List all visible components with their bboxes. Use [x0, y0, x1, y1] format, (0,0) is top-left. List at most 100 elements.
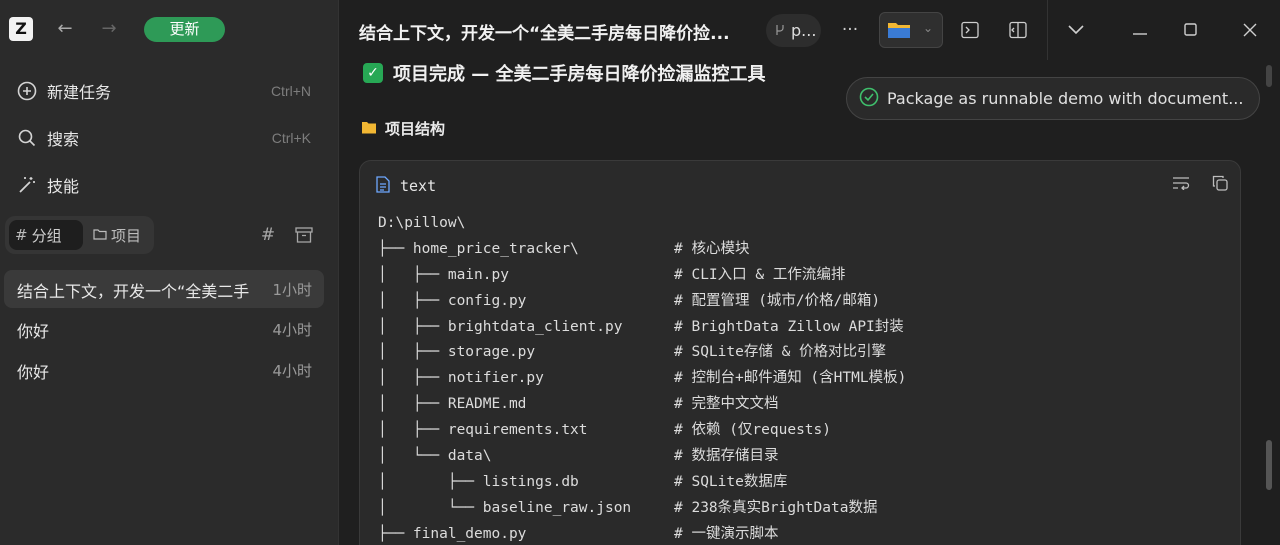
code-line: ├── home_price_tracker\ # 核心模块: [378, 237, 749, 263]
new-task-shortcut: Ctrl+N: [270, 83, 311, 99]
new-task-label: 新建任务: [47, 83, 112, 102]
check-mark-icon: ✓: [363, 63, 383, 83]
chevron-down-icon[interactable]: [1064, 18, 1088, 42]
code-line-text: D:\pillow\: [378, 215, 466, 231]
code-line: │ ├── requirements.txt # 依赖 (仅requests): [378, 418, 831, 444]
task-title: 结合上下文，开发一个“全美二手: [17, 282, 250, 301]
conversation-title: 结合上下文，开发一个“全美二手房每日降价捡...: [359, 24, 730, 44]
hash-filter-icon[interactable]: #: [257, 224, 279, 246]
main-panel: 结合上下文，开发一个“全美二手房每日降价捡... p... ··· ⌄ ✓ 项目…: [338, 0, 1280, 545]
wrap-lines-icon[interactable]: [1172, 175, 1190, 195]
code-line: │ ├── brightdata_client.py # BrightData Z…: [378, 315, 904, 341]
code-line-text: │ └── baseline_raw.json: [378, 499, 632, 516]
sidebar: Z ← → 更新 新建任务 Ctrl+N 搜索 Ctrl+K 技能 # 分组 项…: [0, 0, 338, 545]
branch-chip[interactable]: p...: [766, 14, 821, 47]
code-line: │ └── baseline_raw.json # 238条真实BrightDat…: [378, 496, 877, 522]
close-icon[interactable]: [1238, 18, 1262, 42]
new-task-item[interactable]: 新建任务 Ctrl+N: [0, 71, 338, 111]
code-line-comment: # 依赖 (仅requests): [674, 422, 831, 439]
folder-icon: [361, 120, 377, 138]
code-line-comment: # 完整中文文档: [674, 396, 779, 413]
code-line-text: │ ├── notifier.py: [378, 370, 544, 387]
result-heading: ✓ 项目完成 — 全美二手房每日降价捡漏监控工具: [363, 60, 766, 86]
group-tab-label: 分组: [31, 226, 62, 245]
maximize-icon[interactable]: [1178, 18, 1202, 42]
chevron-down-icon: ⌄: [923, 21, 934, 35]
folder-icon: [887, 20, 911, 44]
code-block: text D:\pillow\ ├── home_price_tracker\ # …: [359, 160, 1241, 545]
update-button[interactable]: 更新: [144, 17, 225, 42]
code-line: │ ├── main.py # CLI入口 & 工作流编排: [378, 263, 845, 289]
search-icon: [17, 128, 37, 148]
code-line-comment: # 一键演示脚本: [674, 525, 779, 542]
code-line: │ ├── notifier.py # 控制台+邮件通知 (含HTML模板): [378, 366, 906, 392]
code-toolbar: [1172, 175, 1228, 195]
group-tab[interactable]: # 分组: [9, 220, 83, 250]
magic-wand-icon: [17, 175, 37, 195]
code-line-text: │ ├── brightdata_client.py: [378, 318, 623, 335]
open-folder-button[interactable]: ⌄: [879, 12, 943, 48]
code-line-comment: # 核心模块: [674, 240, 750, 257]
plus-circle-icon: [17, 81, 37, 101]
code-line-comment: # 数据存储目录: [674, 448, 779, 465]
forward-arrow-icon[interactable]: →: [97, 17, 121, 41]
task-title: 你好: [17, 363, 50, 382]
branch-chip-label: p...: [791, 21, 817, 40]
task-status-toast[interactable]: Package as runnable demo with document..…: [846, 77, 1260, 120]
split-view-icon[interactable]: [1006, 18, 1030, 42]
skills-item[interactable]: 技能: [0, 165, 338, 205]
minimize-icon[interactable]: [1128, 18, 1152, 42]
task-time: 4小时: [272, 362, 312, 380]
code-line-comment: # BrightData Zillow API封装: [674, 318, 904, 335]
code-line-text: │ ├── listings.db: [378, 473, 579, 490]
structure-heading: 项目结构: [361, 118, 445, 139]
code-line: ├── final_demo.py # 一键演示脚本: [378, 522, 778, 545]
code-line-text: │ ├── storage.py: [378, 344, 536, 361]
code-line-comment: # SQLite存储 & 价格对比引擎: [674, 344, 887, 361]
code-line-comment: # SQLite数据库: [674, 473, 788, 490]
task-item[interactable]: 你好 4小时: [4, 351, 324, 389]
code-line: │ ├── listings.db # SQLite数据库: [378, 470, 787, 496]
skills-label: 技能: [47, 177, 80, 196]
result-heading-text: 项目完成 — 全美二手房每日降价捡漏监控工具: [393, 64, 766, 85]
code-line-text: │ ├── requirements.txt: [378, 422, 588, 439]
scrollbar[interactable]: [1266, 55, 1272, 545]
file-text-icon: [376, 175, 390, 197]
code-line-comment: # 238条真实BrightData数据: [674, 499, 878, 516]
app-logo: Z: [9, 17, 33, 41]
project-tab[interactable]: 项目: [87, 220, 151, 250]
scroll-thumb[interactable]: [1266, 440, 1272, 490]
check-circle-icon: [859, 87, 879, 111]
task-item[interactable]: 你好 4小时: [4, 310, 324, 348]
toast-text: Package as runnable demo with document..…: [887, 89, 1244, 108]
folder-outline-icon: [93, 226, 107, 244]
terminal-icon[interactable]: [958, 18, 982, 42]
structure-heading-text: 项目结构: [385, 120, 446, 138]
code-header: text: [376, 175, 436, 197]
project-tab-label: 项目: [111, 226, 142, 245]
code-line-text: │ ├── main.py: [378, 266, 509, 283]
task-time: 4小时: [272, 321, 312, 339]
code-language: text: [400, 177, 437, 195]
task-title: 你好: [17, 322, 50, 341]
task-item[interactable]: 结合上下文，开发一个“全美二手 1小时: [4, 270, 324, 308]
search-shortcut: Ctrl+K: [271, 130, 311, 146]
more-icon[interactable]: ···: [838, 18, 862, 42]
code-line-text: ├── final_demo.py: [378, 525, 527, 542]
task-time: 1小时: [272, 281, 312, 299]
scroll-up-region[interactable]: [1266, 65, 1272, 87]
branch-icon: [774, 21, 786, 40]
code-line: │ ├── storage.py # SQLite存储 & 价格对比引擎: [378, 340, 886, 366]
code-line-comment: # 控制台+邮件通知 (含HTML模板): [674, 370, 907, 387]
copy-icon[interactable]: [1212, 175, 1228, 195]
view-segment: # 分组 项目: [5, 216, 154, 254]
code-line-text: │ ├── README.md: [378, 396, 527, 413]
code-line-text: │ ├── config.py: [378, 292, 527, 309]
sidebar-header: Z ← → 更新: [0, 0, 338, 58]
code-line-comment: # 配置管理 (城市/价格/邮箱): [674, 292, 881, 309]
code-line-text: ├── home_price_tracker\: [378, 240, 579, 257]
code-line-text: │ └── data\: [378, 448, 492, 465]
back-arrow-icon[interactable]: ←: [53, 17, 77, 41]
search-item[interactable]: 搜索 Ctrl+K: [0, 118, 338, 158]
archive-icon[interactable]: [293, 224, 315, 246]
